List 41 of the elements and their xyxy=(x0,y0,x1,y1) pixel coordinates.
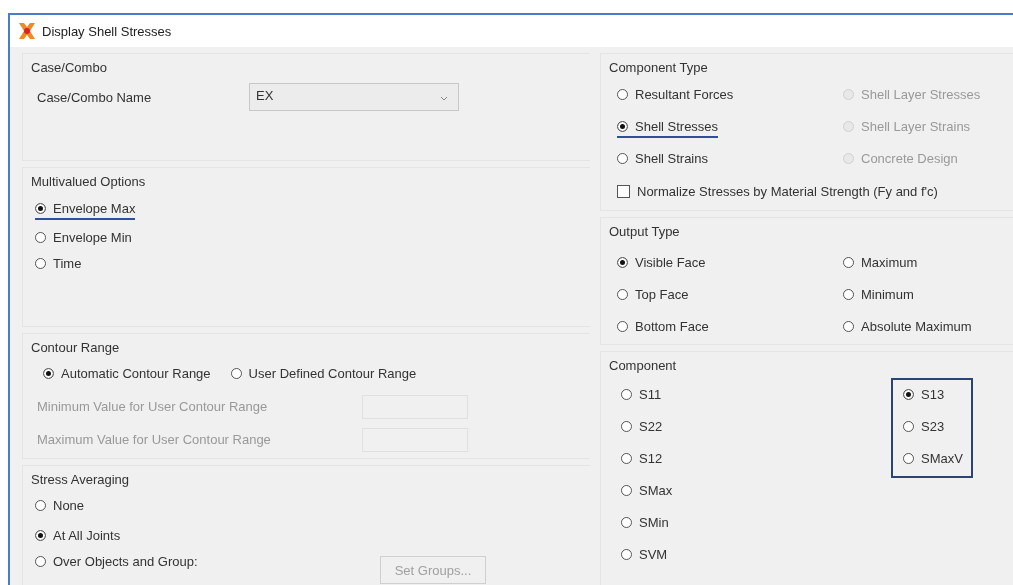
radio-button[interactable]: Bottom Face xyxy=(617,318,709,338)
radio-button[interactable]: Envelope Min xyxy=(35,229,132,249)
radio-button[interactable]: Shell Strains xyxy=(617,150,708,170)
radio-button[interactable]: None xyxy=(35,497,85,517)
field-label: Case/Combo Name xyxy=(36,89,153,105)
chevron-down-icon xyxy=(440,96,448,101)
normalize-checkbox[interactable]: Normalize Stresses by Material Strength (Fy and f'c) xyxy=(617,183,938,199)
radio-button[interactable]: Minimum xyxy=(843,286,914,306)
radio-button[interactable]: SMax xyxy=(621,482,673,502)
radio-button[interactable]: Over Objects and Group: xyxy=(35,553,198,573)
group-title: Component xyxy=(609,357,678,375)
radio-button[interactable]: Top Face xyxy=(617,286,689,306)
radio-button[interactable]: S13 xyxy=(903,386,945,406)
group-title: Output Type xyxy=(609,223,681,241)
radio-button[interactable]: Maximum xyxy=(843,254,918,274)
radio-button[interactable]: SVM xyxy=(621,546,668,566)
radio-button[interactable]: Resultant Forces xyxy=(617,86,734,106)
radio-button[interactable]: User Defined Contour Range xyxy=(230,365,417,385)
radio-button[interactable]: S22 xyxy=(621,418,663,438)
radio-button[interactable]: S11 xyxy=(621,386,662,406)
case-combo-dropdown[interactable]: EX xyxy=(249,83,459,111)
group-title: Component Type xyxy=(609,59,709,77)
app-logo-icon xyxy=(18,22,36,40)
window-title: Display Shell Stresses xyxy=(42,23,172,39)
group-title: Contour Range xyxy=(31,339,121,357)
radio-button[interactable]: S23 xyxy=(903,418,945,438)
field-label: Minimum Value for User Contour Range xyxy=(37,399,269,414)
radio-button[interactable]: Visible Face xyxy=(617,254,706,274)
radio-button[interactable]: Envelope Max xyxy=(35,200,136,220)
group-title: Stress Averaging xyxy=(31,471,131,489)
radio-button[interactable]: Time xyxy=(35,255,82,275)
group-title: Case/Combo xyxy=(31,59,108,77)
radio-button[interactable]: S12 xyxy=(621,450,663,470)
radio-button[interactable]: At All Joints xyxy=(35,527,121,547)
radio-button[interactable]: SMin xyxy=(621,514,669,534)
radio-button[interactable]: Absolute Maximum xyxy=(843,318,972,338)
radio-button[interactable]: SMaxV xyxy=(903,450,963,470)
radio-button[interactable]: Automatic Contour Range xyxy=(43,365,211,385)
group-title: Multivalued Options xyxy=(31,173,147,191)
radio-button[interactable]: Shell Stresses xyxy=(617,118,719,138)
field-label: Maximum Value for User Contour Range xyxy=(37,432,272,447)
